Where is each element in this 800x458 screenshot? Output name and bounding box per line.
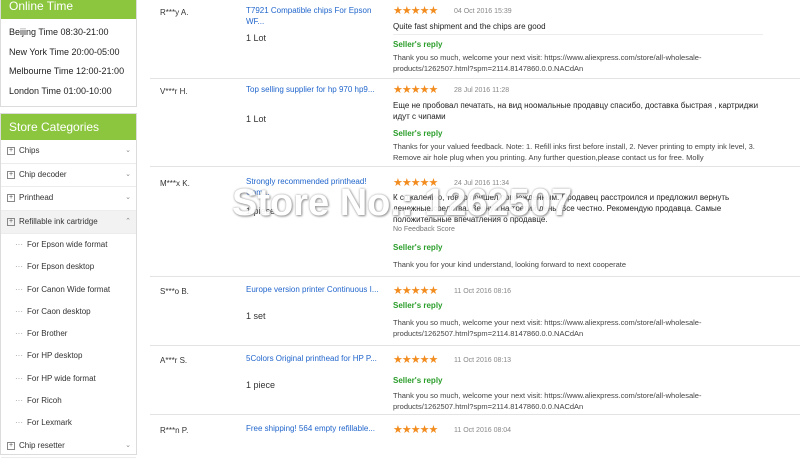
chevron-down-icon[interactable]: ⌄ — [125, 435, 131, 458]
time-new-york: New York Time 20:00-05:00 — [9, 46, 120, 57]
quantity: 1 piece — [246, 380, 276, 390]
expand-icon[interactable]: + — [7, 441, 15, 450]
star-rating: ★★★★★ — [393, 285, 438, 297]
quantity: 1 set — [246, 311, 266, 321]
expand-icon[interactable]: + — [7, 147, 15, 155]
seller-reply-label: Seller's reply — [393, 243, 443, 252]
subcategory-label: For Brother — [27, 329, 68, 339]
star-rating: ★★★★★ — [393, 84, 438, 96]
subcategory-epson-wide[interactable]: ··· For Epson wide format — [1, 234, 136, 256]
feedback-date: 28 Jul 2016 11:28 — [454, 87, 510, 94]
category-label: Chips — [19, 146, 40, 155]
time-beijing: Beijing Time 08:30-21:00 — [9, 27, 109, 37]
subcategory-label: For Canon Wide format — [27, 284, 111, 294]
time-melbourne: Melbourne Time 12:00-21:00 — [9, 66, 125, 76]
chevron-down-icon[interactable]: ⌄ — [125, 164, 131, 187]
buyer-name: M***x K. — [160, 179, 190, 188]
buyer-comment: Quite fast shipment and the chips are go… — [393, 22, 546, 31]
chevron-down-icon[interactable]: ⌄ — [125, 140, 131, 163]
subcategory-canon-desktop[interactable]: ··· For Caon desktop — [1, 301, 136, 323]
star-rating: ★★★★★ — [393, 354, 438, 366]
category-chip-resetter[interactable]: + Chip resetter ⌄ — [1, 435, 136, 458]
subcategory-label: For Epson wide format — [27, 240, 108, 249]
subcategory-lexmark[interactable]: ··· For Lexmark — [1, 412, 136, 434]
seller-reply-text: Thank you so much, welcome your next vis… — [393, 318, 702, 338]
online-time-title: Online Time — [1, 0, 136, 19]
seller-reply-text: Thank you so much, welcome your next vis… — [393, 391, 702, 411]
category-label: Printhead — [19, 193, 54, 202]
store-watermark: Store No.: 1262507 — [232, 182, 573, 224]
category-label: Refillable ink cartridge — [19, 216, 98, 226]
seller-reply-label: Seller's reply — [393, 40, 443, 49]
seller-reply-text: Thank you so much, welcome your next vis… — [393, 53, 702, 73]
category-printhead[interactable]: + Printhead ⌄ — [1, 187, 136, 211]
buyer-name: V***r H. — [160, 87, 188, 96]
feedback-row: V***r H. Top selling supplier for hp 970… — [150, 79, 800, 167]
no-feedback-score: No Feedback Score — [393, 226, 455, 233]
time-london: London Time 01:00-10:00 — [9, 85, 112, 96]
sidebar: Online Time Beijing Time 08:30-21:00 New… — [0, 0, 137, 458]
feedback-date: 11 Oct 2016 08:04 — [454, 427, 512, 434]
product-link[interactable]: Free shipping! 564 empty refillable... — [246, 423, 384, 434]
seller-reply-text: Thanks for your valued feedback. Note: 1… — [393, 142, 755, 162]
subcategory-label: For HP desktop — [27, 351, 83, 361]
feedback-row: A***r S. 5Colors Original printhead for … — [150, 346, 800, 415]
feedback-row: S***o B. Europe version printer Continuo… — [150, 277, 800, 346]
subcategory-label: For Lexmark — [27, 418, 72, 428]
divider — [393, 34, 763, 35]
star-rating: ★★★★★ — [393, 5, 438, 17]
buyer-name: R***y A. — [160, 8, 189, 17]
subcategory-label: For Caon desktop — [27, 306, 91, 316]
category-label: Chip decoder — [19, 169, 67, 179]
subcategory-canon-wide[interactable]: ··· For Canon Wide format — [1, 279, 136, 301]
buyer-name: R***n P. — [160, 426, 189, 435]
seller-reply-text: Thank you for your kind understand, look… — [393, 260, 627, 269]
star-rating: ★★★★★ — [393, 424, 438, 436]
category-refillable-ink-cartridge[interactable]: + Refillable ink cartridge ⌃ — [1, 210, 136, 234]
category-chip-decoder[interactable]: + Chip decoder ⌄ — [1, 164, 136, 187]
product-link[interactable]: 5Colors Original printhead for HP P... — [246, 353, 384, 364]
expand-icon[interactable]: + — [7, 194, 15, 202]
feedback-row: R***y A. T7921 Compatible chips For Epso… — [150, 0, 800, 79]
subcategory-ricoh[interactable]: ··· For Ricoh — [1, 390, 136, 412]
expand-icon[interactable]: + — [7, 170, 15, 179]
buyer-name: S***o B. — [160, 287, 189, 296]
quantity: 1 Lot — [246, 114, 267, 124]
category-label: Chip resetter — [19, 440, 65, 450]
feedback-date: 04 Oct 2016 15:39 — [454, 8, 512, 15]
subcategory-brother[interactable]: ··· For Brother — [1, 323, 136, 345]
seller-reply-label: Seller's reply — [393, 301, 443, 310]
feedback-date: 11 Oct 2016 08:16 — [454, 288, 512, 295]
chevron-down-icon[interactable]: ⌄ — [125, 187, 131, 210]
product-link[interactable]: Europe version printer Continuous I... — [246, 284, 384, 295]
store-categories-title: Store Categories — [1, 114, 136, 140]
subcategory-epson-desktop[interactable]: ··· For Epson desktop — [1, 256, 136, 278]
subcategory-hp-wide[interactable]: ··· For HP wide format — [1, 368, 136, 390]
category-chips[interactable]: + Chips ⌄ — [1, 140, 136, 164]
product-link[interactable]: Top selling supplier for hp 970 hp9... — [246, 84, 384, 95]
expand-icon[interactable]: + — [7, 217, 15, 226]
product-link[interactable]: T7921 Compatible chips For Epson WF... — [246, 5, 384, 27]
store-categories-panel: Store Categories + Chips ⌄ + Chip decode… — [0, 113, 137, 458]
subcategory-label: For Ricoh — [27, 396, 62, 406]
seller-reply-label: Seller's reply — [393, 129, 443, 138]
feedback-date: 11 Oct 2016 08:13 — [454, 357, 512, 364]
subcategory-hp-desktop[interactable]: ··· For HP desktop — [1, 345, 136, 367]
online-time-panel: Online Time Beijing Time 08:30-21:00 New… — [0, 0, 137, 107]
buyer-name: A***r S. — [160, 356, 188, 365]
quantity: 1 Lot — [246, 33, 267, 43]
seller-reply-label: Seller's reply — [393, 376, 443, 385]
chevron-up-icon[interactable]: ⌃ — [125, 211, 131, 234]
subcategory-label: For HP wide format — [27, 373, 96, 383]
feedback-row: R***n P. Free shipping! 564 empty refill… — [150, 415, 800, 441]
buyer-comment: Еще не пробовал печатать, на вид ноомаль… — [393, 101, 759, 121]
subcategory-label: For Epson desktop — [27, 262, 95, 272]
